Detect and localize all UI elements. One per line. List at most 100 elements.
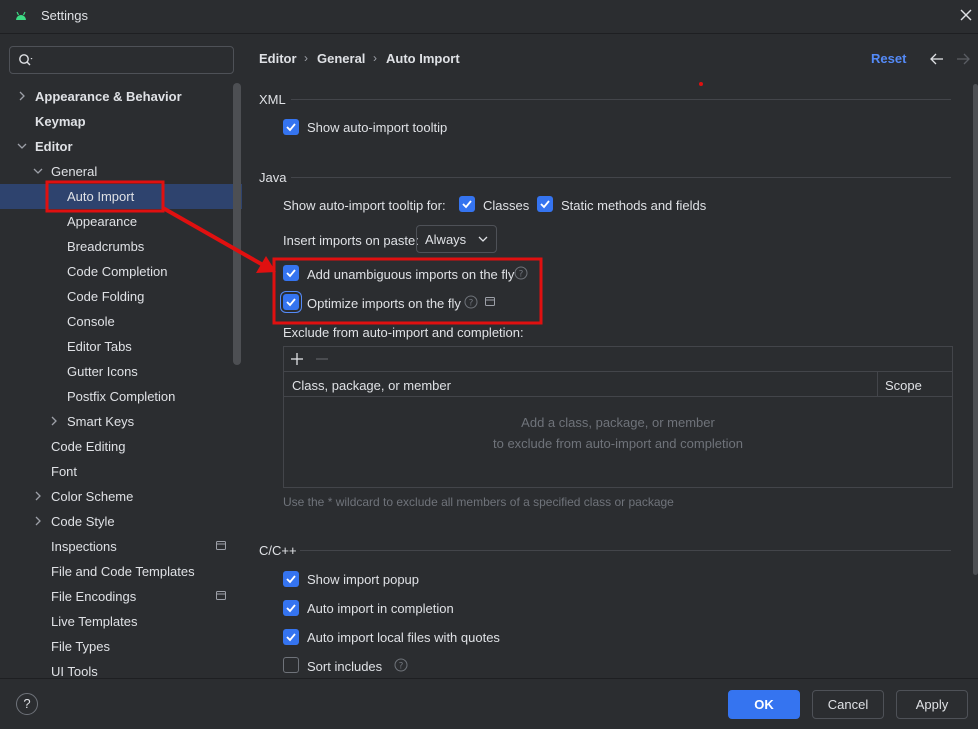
sidebar-item-code-editing[interactable]: Code Editing [0,434,242,459]
check-icon [462,200,472,209]
sidebar-item-label: Appearance [67,214,138,229]
sidebar-item-editor[interactable]: Editor [0,134,242,159]
apply-button[interactable]: Apply [896,690,968,719]
help-icon[interactable]: ? [464,295,478,309]
static-methods-checkbox[interactable] [537,196,553,212]
content-scrollbar[interactable] [973,84,978,575]
check-icon [286,269,296,278]
help-button[interactable]: ? [16,693,38,715]
sort-includes-checkbox[interactable] [283,657,299,673]
sidebar-item-color-scheme[interactable]: Color Scheme [0,484,242,509]
section-divider [291,99,951,100]
insert-imports-dropdown[interactable]: Always [416,225,497,253]
android-studio-icon [16,11,26,20]
auto-import-completion-label: Auto import in completion [307,601,454,616]
show-auto-import-tooltip-checkbox[interactable] [283,119,299,135]
sidebar-item-file-encodings[interactable]: File Encodings [0,584,242,609]
sidebar-item-label: Appearance & Behavior [35,89,182,104]
sort-includes-label: Sort includes [307,659,383,674]
cancel-button[interactable]: Cancel [812,690,884,719]
show-import-popup-label: Show import popup [307,572,420,587]
window-title: Settings [41,8,88,23]
check-icon [286,604,296,613]
sidebar-item-label: Code Editing [51,439,126,454]
exclude-label: Exclude from auto-import and completion: [283,325,524,340]
svg-text:?: ? [399,662,404,672]
search-icon [19,54,33,66]
breadcrumb-auto-import: Auto Import [386,51,460,66]
chevron-right-icon [19,91,25,101]
insert-imports-value: Always [425,232,467,247]
local-files-quotes-label: Auto import local files with quotes [307,630,500,645]
breadcrumb-general[interactable]: General [317,51,365,66]
add-unambiguous-imports-checkbox[interactable] [283,265,299,281]
add-icon[interactable] [291,353,303,365]
sidebar-item-smart-keys[interactable]: Smart Keys [0,409,242,434]
chevron-down-icon [478,236,488,242]
help-icon[interactable]: ? [514,266,528,280]
exclude-table: Class, package, or member Scope Add a cl… [283,346,953,488]
empty-table-text-line-2: to exclude from auto-import and completi… [492,436,743,451]
column-header-scope[interactable]: Scope [885,378,922,393]
check-icon [540,200,550,209]
sidebar-item-code-style[interactable]: Code Style [0,509,242,534]
sidebar-item-label: Font [51,464,78,479]
sidebar-item-file-types[interactable]: File Types [0,634,242,659]
project-scope-icon [216,541,226,550]
dialog-footer: ? OK Cancel Apply [0,678,978,729]
sidebar-item-console[interactable]: Console [0,309,242,334]
breadcrumb-editor[interactable]: Editor [259,51,297,66]
check-icon [286,123,296,132]
sidebar-item-auto-import[interactable]: Auto Import [0,184,242,209]
column-header-member[interactable]: Class, package, or member [292,378,451,393]
show-auto-import-tooltip-label: Show auto-import tooltip [307,120,448,135]
classes-checkbox[interactable] [459,196,475,212]
back-arrow-icon[interactable] [930,53,944,65]
sidebar-item-breadcrumbs[interactable]: Breadcrumbs [0,234,242,259]
check-icon [286,575,296,584]
sidebar-item-postfix-completion[interactable]: Postfix Completion [0,384,242,409]
help-icon[interactable]: ? [394,658,408,672]
sidebar-item-general[interactable]: General [0,159,242,184]
sidebar-scrollbar[interactable] [233,83,241,365]
sidebar-item-code-folding[interactable]: Code Folding [0,284,242,309]
sidebar-item-editor-tabs[interactable]: Editor Tabs [0,334,242,359]
show-import-popup-checkbox[interactable] [283,571,299,587]
sidebar-item-file-code-templates[interactable]: File and Code Templates [0,559,242,584]
check-icon [286,298,296,307]
local-files-quotes-checkbox[interactable] [283,629,299,645]
sidebar-item-inspections[interactable]: Inspections [0,534,242,559]
chevron-down-icon [17,143,27,149]
svg-text:?: ? [519,270,524,280]
section-title-xml: XML [259,92,286,107]
sidebar-item-keymap[interactable]: Keymap [0,109,242,134]
section-title-cpp: C/C++ [259,543,297,558]
reset-link[interactable]: Reset [871,51,906,66]
sidebar-item-label: Color Scheme [51,489,134,504]
search-input[interactable] [40,51,225,69]
sidebar-item-label: Live Templates [51,614,138,629]
remove-icon[interactable] [316,353,328,365]
optimize-imports-checkbox[interactable] [283,294,299,310]
column-divider [877,372,878,397]
sidebar-item-label: Code Style [51,514,115,529]
auto-import-completion-checkbox[interactable] [283,600,299,616]
sidebar-item-gutter-icons[interactable]: Gutter Icons [0,359,242,384]
sidebar-item-ui-tools[interactable]: UI Tools [0,659,242,678]
sidebar-item-label: Auto Import [67,189,135,204]
exclude-table-header: Class, package, or member Scope [284,372,952,397]
close-icon[interactable] [958,7,974,23]
chevron-down-icon [33,168,43,174]
optimize-imports-label: Optimize imports on the fly [307,296,461,311]
forward-arrow-icon[interactable] [956,53,970,65]
ok-button[interactable]: OK [728,690,800,719]
sidebar-item-label: Breadcrumbs [67,239,145,254]
sidebar-item-live-templates[interactable]: Live Templates [0,609,242,634]
sidebar-item-appearance-behavior[interactable]: Appearance & Behavior [0,84,242,109]
breadcrumb-separator-icon: › [304,51,308,65]
sidebar-item-label: File Encodings [51,589,137,604]
sidebar-item-code-completion[interactable]: Code Completion [0,259,242,284]
sidebar-item-font[interactable]: Font [0,459,242,484]
sidebar-item-appearance[interactable]: Appearance [0,209,242,234]
settings-search[interactable] [9,46,234,74]
